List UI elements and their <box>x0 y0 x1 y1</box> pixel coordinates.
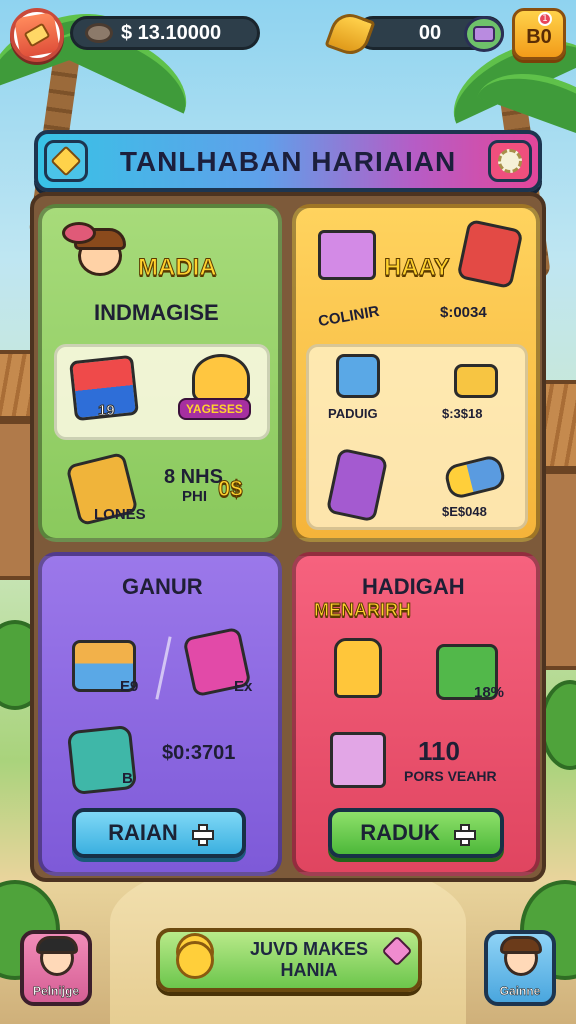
gems-value: 00 <box>418 21 442 44</box>
notification-badge: 1 <box>538 12 552 26</box>
item-label: E9 <box>120 678 139 695</box>
top-bar: $ 13.10000 00 B0 1 <box>8 8 568 62</box>
profile-label: Pelnijge <box>32 984 80 999</box>
diamond-icon <box>50 145 82 177</box>
gift-box-icon[interactable] <box>318 230 376 280</box>
item-label: $E$048 <box>442 504 487 519</box>
sparkle-icon <box>381 935 413 967</box>
item-label: $:3$18 <box>442 406 483 421</box>
divider <box>155 636 172 700</box>
character-avatar-icon <box>62 222 126 280</box>
panel-heading: GANUR <box>122 574 203 599</box>
panel-subtitle: INDMAGISE <box>94 300 219 325</box>
item-value-big: 110 <box>418 736 460 766</box>
panel-heading: HADIGAH <box>362 574 465 599</box>
item-tag: YAGESES <box>178 398 251 420</box>
raian-button[interactable]: RAIAN <box>72 808 246 858</box>
plus-icon <box>191 824 214 846</box>
profile-button[interactable]: Pelnijge <box>20 930 92 1006</box>
gear-icon <box>498 149 522 173</box>
item-label: 18% <box>474 684 505 701</box>
badge-label: B0 <box>526 25 552 48</box>
gem-chest-icon[interactable] <box>464 16 504 52</box>
coin-stack-icon <box>85 23 113 43</box>
gold-bar-icon[interactable] <box>454 364 498 398</box>
gold-trophy-icon[interactable] <box>334 638 382 698</box>
coins-counter[interactable]: $ 13.10000 <box>70 16 260 50</box>
label-right: $:0034 <box>440 304 487 321</box>
panel-subtitle: MENARIRH <box>314 600 412 621</box>
button-label: RADUK <box>360 820 440 845</box>
title-banner: TANLHABAN HARIAIAN <box>34 130 542 192</box>
panel-shop[interactable]: HAAY COLINIR $:0034 PADUIG $:3$18 $E$048 <box>292 204 540 542</box>
red-machine-icon[interactable] <box>456 218 524 290</box>
item-label: 19 <box>98 402 116 420</box>
gift-box-icon[interactable] <box>330 732 386 788</box>
raduk-button[interactable]: RADUK <box>328 808 504 858</box>
avatar-hair-icon <box>500 936 542 954</box>
back-button[interactable] <box>44 140 88 182</box>
coin-stack-icon <box>176 941 214 979</box>
panel-heading: MADIA <box>138 254 218 282</box>
blue-box-icon[interactable] <box>336 354 380 398</box>
button-label: RAIAN <box>108 820 178 845</box>
item-value-line1: 8 NHS <box>164 466 223 488</box>
coins-value: $ 13.10000 <box>121 21 222 44</box>
settings-button[interactable] <box>488 140 532 182</box>
plus-icon <box>453 824 476 846</box>
item-label: Ex <box>234 678 253 695</box>
item-value-extra: 0$ <box>217 476 243 502</box>
game-button[interactable]: Gainne <box>484 930 556 1006</box>
item-label: B <box>122 770 133 787</box>
panel-heading: HAAY <box>384 254 451 282</box>
star-badge-icon[interactable] <box>192 354 250 402</box>
main-action-button[interactable]: JUVD MAKES HANIA <box>156 928 422 992</box>
item-value-line2: PHI <box>182 488 208 505</box>
panel-daily[interactable]: MADIA INDMAGISE 19 YAGESES LONES 8 NHS P… <box>38 204 282 542</box>
avatar-hair-icon <box>36 936 78 954</box>
game-label: Gainne <box>499 984 541 999</box>
page-title: TANLHABAN HARIAIAN <box>119 146 457 177</box>
item-value-small: PORS VEAHR <box>404 768 497 784</box>
item-label: PADUIG <box>328 406 378 421</box>
main-action-label: JUVD MAKES HANIA <box>249 939 369 980</box>
home-button[interactable] <box>10 8 64 62</box>
item-value: $0:3701 <box>162 742 236 764</box>
item-label: LONES <box>94 506 146 523</box>
label-left: COLINIR <box>316 302 381 331</box>
home-icon <box>13 11 61 59</box>
